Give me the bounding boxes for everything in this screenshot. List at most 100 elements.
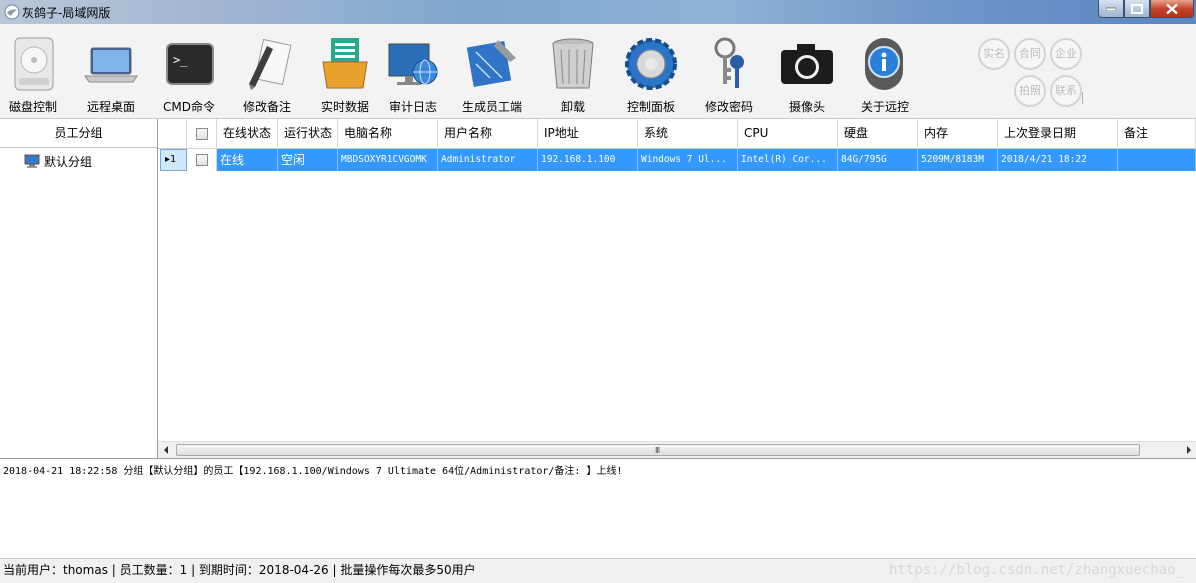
- audit-log-label: 审计日志: [388, 100, 437, 114]
- badge-contract: 合同: [1014, 38, 1046, 70]
- window-controls: [1098, 0, 1194, 19]
- col-disk[interactable]: 硬盘: [838, 119, 918, 148]
- cell-run-state: 空闲: [278, 149, 338, 171]
- remote-desktop-label: 远程桌面: [86, 100, 135, 114]
- col-last-login[interactable]: 上次登录日期: [998, 119, 1118, 148]
- uninstall-button[interactable]: 卸载: [534, 34, 612, 114]
- cell-computer: MBDSOXYR1CVGOMK: [338, 149, 438, 171]
- cell-ip: 192.168.1.100: [538, 149, 638, 171]
- realtime-data-button[interactable]: 实时数据: [306, 34, 384, 114]
- title-bar: 灰鸽子-局域网版: [0, 0, 1196, 25]
- edit-note-button[interactable]: 修改备注: [228, 34, 306, 114]
- table-row[interactable]: ▸1 在线 空闲 MBDSOXYR1CVGOMK Administrator 1…: [158, 149, 1196, 171]
- about-label: 关于远控: [860, 100, 909, 114]
- control-panel-label: 控制面板: [626, 100, 675, 114]
- group-panel-header: 员工分组: [0, 119, 157, 148]
- badge-real-name: 实名: [978, 38, 1010, 70]
- col-user-name[interactable]: 用户名称: [438, 119, 538, 148]
- monitor-globe-icon: [388, 43, 438, 85]
- col-run-status[interactable]: 运行状态: [278, 119, 338, 148]
- disk-control-button[interactable]: 磁盘控制: [0, 34, 72, 114]
- badge-enterprise: 企业: [1050, 38, 1082, 70]
- cmd-label: CMD命令: [163, 100, 215, 114]
- disk-icon: [14, 37, 54, 91]
- minimize-icon: [1106, 7, 1116, 11]
- window-title: 灰鸽子-局域网版: [22, 6, 111, 20]
- row-number: 1: [170, 154, 177, 165]
- keys-icon: [714, 37, 744, 88]
- scroll-grip: III: [655, 446, 660, 455]
- badge-contact: 联系: [1050, 75, 1082, 107]
- computer-icon: [24, 154, 40, 168]
- status-text: 当前用户：thomas | 员工数量：1 | 到期时间：2018-04-26 |…: [3, 563, 476, 577]
- generate-client-button[interactable]: 生成员工端: [453, 34, 531, 114]
- terminal-icon: >_: [166, 43, 214, 85]
- disk-control-label: 磁盘控制: [8, 100, 57, 114]
- cell-note: [1118, 149, 1196, 171]
- realtime-data-label: 实时数据: [320, 100, 369, 114]
- maximize-button[interactable]: [1124, 0, 1150, 18]
- change-password-label: 修改密码: [704, 100, 753, 114]
- badge-photo: 拍照: [1014, 75, 1046, 107]
- row-header-col: [158, 119, 187, 148]
- cell-cpu: Intel(R) Cor...: [738, 149, 838, 171]
- laptop-icon: [84, 47, 138, 83]
- cell-memory: 5209M/8183M: [918, 149, 998, 171]
- cell-disk: 84G/795G: [838, 149, 918, 171]
- pen-icon: [249, 38, 292, 90]
- status-bar: 当前用户：thomas | 员工数量：1 | 到期时间：2018-04-26 |…: [0, 558, 1196, 583]
- employee-grid: 在线状态 运行状态 电脑名称 用户名称 IP地址 系统 CPU 硬盘 内存 上次…: [158, 119, 1196, 458]
- app-dove-icon: [4, 4, 20, 20]
- group-panel: 员工分组 默认分组: [0, 119, 158, 459]
- scroll-left-icon[interactable]: [164, 446, 168, 454]
- camera-icon: [781, 44, 833, 84]
- minimize-button[interactable]: [1098, 0, 1124, 18]
- cell-user: Administrator: [438, 149, 538, 171]
- col-note[interactable]: 备注: [1118, 119, 1196, 148]
- control-panel-button[interactable]: 控制面板: [612, 34, 690, 114]
- camera-button[interactable]: 摄像头: [768, 34, 846, 114]
- about-button[interactable]: 关于远控: [846, 34, 924, 114]
- row-checkbox[interactable]: [196, 153, 208, 166]
- close-button[interactable]: [1150, 0, 1194, 18]
- uninstall-label: 卸载: [560, 100, 585, 114]
- audit-log-button[interactable]: 审计日志: [374, 34, 452, 114]
- badge-divider: [1082, 92, 1083, 104]
- col-computer-name[interactable]: 电脑名称: [338, 119, 438, 148]
- row-selector[interactable]: ▸1: [160, 149, 187, 171]
- cell-online: 在线: [217, 149, 278, 171]
- event-log: 2018-04-21 18:22:58 分组【默认分组】的员工【192.168.…: [0, 458, 1196, 559]
- generate-client-label: 生成员工端: [461, 100, 522, 114]
- main-toolbar: 磁盘控制 远程桌面 >_ CMD命令 修改备注 实时数据 审计日志 生成员工端 …: [0, 24, 1196, 119]
- camera-label: 摄像头: [788, 100, 825, 114]
- col-os[interactable]: 系统: [638, 119, 738, 148]
- row-checkbox-cell[interactable]: [187, 149, 217, 171]
- tree-item-default-group[interactable]: 默认分组: [24, 152, 92, 170]
- svg-text:>_: >_: [173, 53, 188, 67]
- col-ip-address[interactable]: IP地址: [538, 119, 638, 148]
- scrollbar-thumb[interactable]: III: [176, 444, 1140, 456]
- horizontal-scrollbar[interactable]: III: [158, 441, 1196, 458]
- folder-data-icon: [322, 38, 368, 89]
- cmd-button[interactable]: >_ CMD命令: [150, 34, 228, 114]
- trash-icon: [552, 38, 594, 89]
- log-line: 2018-04-21 18:22:58 分组【默认分组】的员工【192.168.…: [3, 466, 623, 477]
- cell-last-login: 2018/4/21 18:22: [998, 149, 1118, 171]
- select-all-checkbox[interactable]: [196, 127, 208, 140]
- col-online-status[interactable]: 在线状态: [217, 119, 278, 148]
- select-all-checkbox-cell[interactable]: [187, 119, 217, 148]
- close-icon: [1166, 3, 1178, 14]
- cell-os: Windows 7 Ul...: [638, 149, 738, 171]
- col-cpu[interactable]: CPU: [738, 119, 838, 148]
- tree-item-label: 默认分组: [44, 154, 93, 169]
- col-memory[interactable]: 内存: [918, 119, 998, 148]
- remote-desktop-button[interactable]: 远程桌面: [72, 34, 150, 114]
- scroll-right-icon[interactable]: [1187, 446, 1191, 454]
- change-password-button[interactable]: 修改密码: [690, 34, 768, 114]
- watermark: https://blog.csdn.net/zhangxuechao_: [888, 562, 1184, 578]
- blueprint-icon: [466, 40, 516, 87]
- edit-note-label: 修改备注: [242, 100, 291, 114]
- grid-header: 在线状态 运行状态 电脑名称 用户名称 IP地址 系统 CPU 硬盘 内存 上次…: [158, 119, 1196, 149]
- info-icon: [865, 38, 903, 90]
- gear-icon: [625, 38, 677, 90]
